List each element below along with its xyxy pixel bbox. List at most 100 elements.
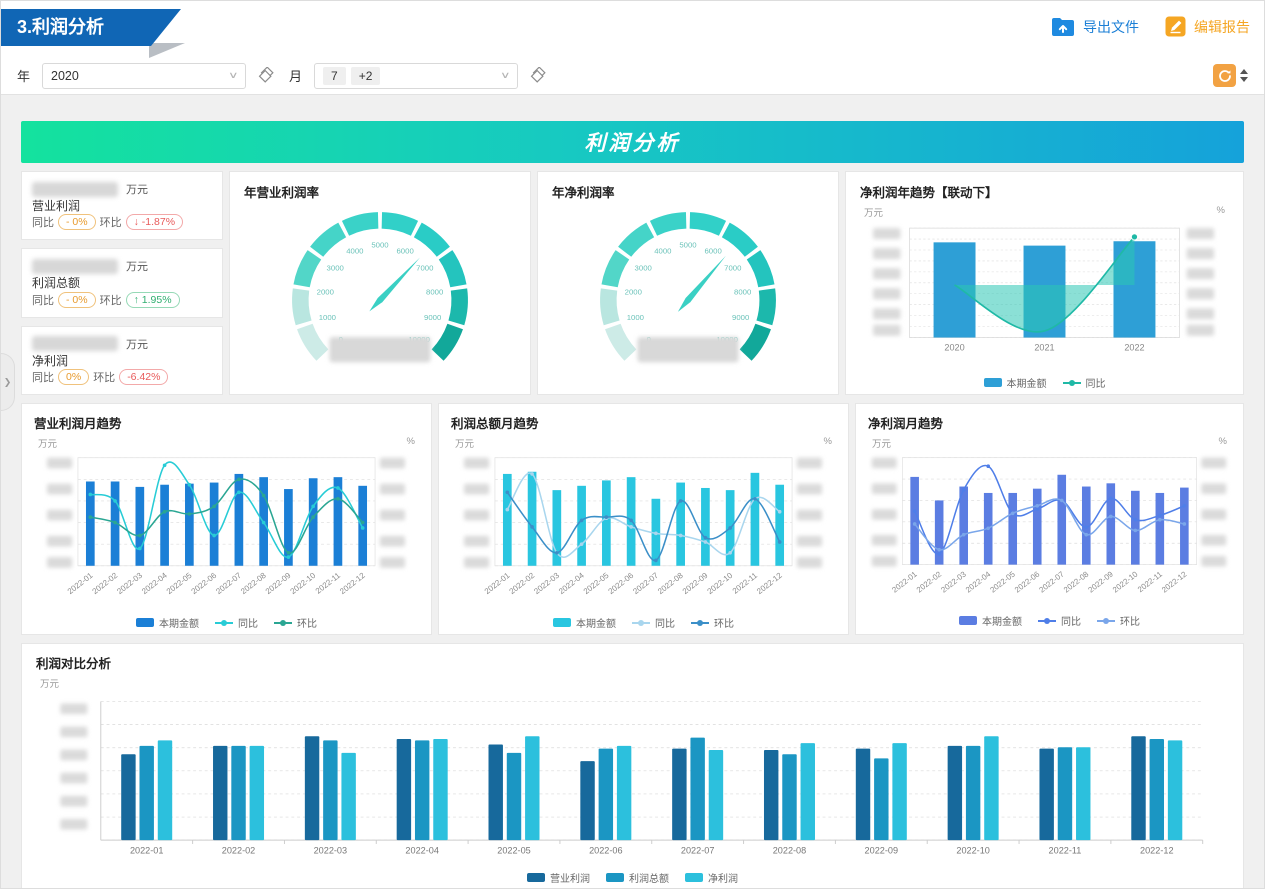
svg-text:2022-08: 2022-08 xyxy=(1062,569,1091,594)
svg-text:2022-03: 2022-03 xyxy=(939,569,968,594)
svg-text:2000: 2000 xyxy=(625,287,643,296)
section-banner-title: 利润分析 xyxy=(585,127,681,157)
refresh-button[interactable] xyxy=(1213,64,1236,87)
legend-swatch xyxy=(685,873,703,882)
legend-item-本期金额[interactable]: 本期金额 xyxy=(553,615,616,630)
svg-text:2022-12: 2022-12 xyxy=(1140,846,1174,856)
legend-item-净利润[interactable]: 净利润 xyxy=(685,870,738,885)
svg-text:2022-11: 2022-11 xyxy=(1136,569,1164,594)
kpi-value-obscured xyxy=(32,336,118,351)
month-filter-label: 月 xyxy=(289,66,302,85)
svg-text:2022-04: 2022-04 xyxy=(557,571,586,597)
svg-text:2022-02: 2022-02 xyxy=(222,846,256,856)
clear-filter-icon[interactable] xyxy=(258,67,275,84)
svg-text:2022-09: 2022-09 xyxy=(1086,569,1115,594)
total-monthly-chart[interactable]: 2022-012022-022022-032022-042022-052022-… xyxy=(451,450,836,614)
page-title-text: 3.利润分析 xyxy=(17,17,104,37)
chart-title: 净利润年趋势【联动下】 xyxy=(860,182,1229,201)
gauge-card-operating-rate: 年营业利润率 010002000300040005000600070008000… xyxy=(229,171,531,395)
svg-text:9000: 9000 xyxy=(424,313,442,322)
svg-text:2022-07: 2022-07 xyxy=(1037,570,1065,595)
kpi-unit: 万元 xyxy=(126,336,148,352)
svg-text:2022-02: 2022-02 xyxy=(915,570,943,595)
month-tag-7[interactable]: 7 xyxy=(323,67,346,85)
export-file-button[interactable]: 导出文件 xyxy=(1051,17,1139,37)
kpi-card-total-profit[interactable]: 万元 利润总额 同比 - 0% 环比 ↑ 1.95% xyxy=(21,248,223,317)
export-file-label: 导出文件 xyxy=(1083,17,1139,37)
svg-text:1000: 1000 xyxy=(319,313,337,322)
year-filter-label: 年 xyxy=(17,66,30,85)
svg-text:1000: 1000 xyxy=(627,313,645,322)
svg-text:2022-12: 2022-12 xyxy=(1160,570,1188,595)
kpi-card-operating-profit[interactable]: 万元 营业利润 同比 - 0% 环比 ↓ -1.87% xyxy=(21,171,223,240)
net-rate-gauge[interactable]: 0100020003000400050006000700080009000100… xyxy=(552,201,824,386)
edit-report-button[interactable]: 编辑报告 xyxy=(1165,16,1250,37)
legend-item-同比[interactable]: 同比 xyxy=(1063,375,1106,390)
chart-legend: 本期金额 同比 环比 xyxy=(34,615,419,630)
spinner-up-icon[interactable] xyxy=(1240,69,1248,74)
legend-item-利润总额[interactable]: 利润总额 xyxy=(606,870,669,885)
operating-monthly-card: 营业利润月趋势 万元% 2022-012022-022022-032022-04… xyxy=(21,403,432,635)
svg-text:2022-07: 2022-07 xyxy=(631,571,660,597)
mom-label: 环比 xyxy=(100,214,122,230)
svg-text:2022-09: 2022-09 xyxy=(865,846,899,856)
svg-text:2022-01: 2022-01 xyxy=(890,569,919,594)
filter-bar: 年 2020 ∨ 月 7 +2 ∨ xyxy=(1,57,1264,95)
net-monthly-chart[interactable]: 2022-012022-022022-032022-042022-052022-… xyxy=(868,450,1231,612)
title-flag-shadow xyxy=(149,43,185,58)
kpi-column: 万元 营业利润 同比 - 0% 环比 ↓ -1.87% 万元 利润总额 同比 -… xyxy=(21,171,223,395)
legend-swatch xyxy=(274,622,292,624)
operating-rate-gauge[interactable]: 0100020003000400050006000700080009000100… xyxy=(244,201,516,386)
legend-item-同比[interactable]: 同比 xyxy=(215,615,258,630)
legend-item-同比[interactable]: 同比 xyxy=(632,615,675,630)
legend-label: 本期金额 xyxy=(1007,375,1047,390)
yoy-badge: - 0% xyxy=(58,292,96,308)
svg-text:7000: 7000 xyxy=(724,263,742,272)
spinner-down-icon[interactable] xyxy=(1240,77,1248,82)
legend-item-本期金额[interactable]: 本期金额 xyxy=(136,615,199,630)
svg-text:2022-10: 2022-10 xyxy=(956,846,990,856)
kpi-card-net-profit[interactable]: 万元 净利润 同比 0% 环比 -6.42% xyxy=(21,326,223,395)
dashboard-page: 3.利润分析 导出文件 编辑报告 年 2020 xyxy=(0,0,1265,889)
svg-text:2022-09: 2022-09 xyxy=(264,571,293,597)
svg-text:2022-10: 2022-10 xyxy=(289,571,318,597)
svg-text:3000: 3000 xyxy=(635,263,653,272)
y-axis-unit-right: % xyxy=(1217,205,1225,219)
y-axis-unit-left: 万元 xyxy=(864,205,883,219)
legend-item-环比[interactable]: 环比 xyxy=(691,615,734,630)
chart-title: 净利润月趋势 xyxy=(868,413,1231,432)
svg-text:9000: 9000 xyxy=(732,313,750,322)
profit-comparison-chart[interactable]: 2022-012022-022022-032022-042022-052022-… xyxy=(36,690,1229,869)
legend-swatch xyxy=(527,873,545,882)
operating-monthly-chart[interactable]: 2022-012022-022022-032022-042022-052022-… xyxy=(34,450,419,614)
legend-item-同比[interactable]: 同比 xyxy=(1038,613,1081,628)
legend-swatch xyxy=(1063,382,1081,384)
legend-item-本期金额[interactable]: 本期金额 xyxy=(984,375,1047,390)
export-file-icon xyxy=(1051,17,1075,37)
svg-text:2022-02: 2022-02 xyxy=(91,571,120,597)
month-select[interactable]: 7 +2 ∨ xyxy=(314,63,518,89)
legend-swatch xyxy=(632,622,650,624)
net-profit-year-chart[interactable]: 202020212022 xyxy=(860,219,1229,374)
legend-swatch xyxy=(1038,620,1056,622)
legend-item-本期金额[interactable]: 本期金额 xyxy=(959,613,1022,628)
yoy-label: 同比 xyxy=(32,369,54,385)
legend-item-环比[interactable]: 环比 xyxy=(1097,613,1140,628)
svg-text:2022-01: 2022-01 xyxy=(483,571,512,597)
page-spinner[interactable] xyxy=(1240,69,1248,82)
clear-filter-icon[interactable] xyxy=(530,67,547,84)
svg-text:2022-08: 2022-08 xyxy=(773,846,807,856)
svg-text:2022-09: 2022-09 xyxy=(681,571,710,597)
legend-item-环比[interactable]: 环比 xyxy=(274,615,317,630)
year-select[interactable]: 2020 ∨ xyxy=(42,63,246,89)
legend-item-营业利润[interactable]: 营业利润 xyxy=(527,870,590,885)
legend-swatch xyxy=(984,378,1002,387)
legend-label: 同比 xyxy=(655,615,675,630)
svg-text:2020: 2020 xyxy=(944,342,964,352)
collapse-panel-handle[interactable]: ❯ xyxy=(1,353,15,411)
edit-report-icon xyxy=(1165,16,1186,37)
chart-title: 利润对比分析 xyxy=(36,653,1229,672)
month-tag-more[interactable]: +2 xyxy=(351,67,381,85)
legend-label: 本期金额 xyxy=(159,615,199,630)
section-banner: 利润分析 xyxy=(21,121,1244,163)
